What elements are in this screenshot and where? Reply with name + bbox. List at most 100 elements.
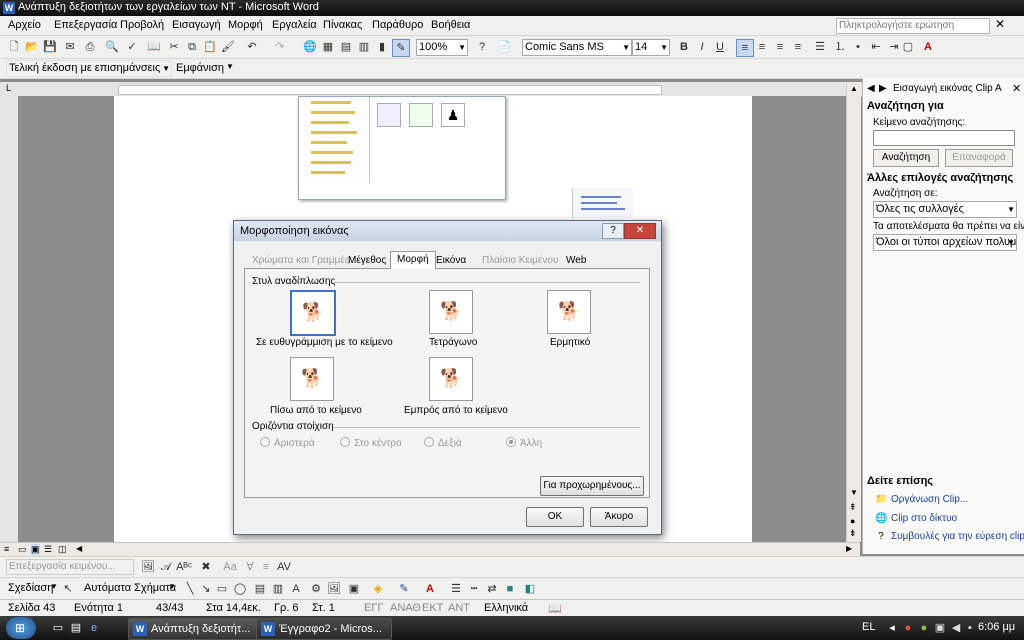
align-left-icon[interactable]: ≡: [736, 39, 754, 57]
align-right-icon[interactable]: ≡: [772, 39, 788, 55]
oval-icon[interactable]: ◯: [232, 581, 248, 597]
network-icon[interactable]: ▣: [932, 620, 948, 636]
same-letter-heights-icon[interactable]: Aa: [222, 559, 238, 575]
numbering-icon[interactable]: ⒈: [832, 39, 848, 55]
show-menu-arrow-icon[interactable]: ▼: [226, 62, 234, 71]
spelling-icon[interactable]: ✓: [124, 39, 140, 55]
restore-button[interactable]: Επαναφορά: [945, 149, 1013, 167]
tab-size[interactable]: Μέγεθος: [342, 253, 392, 268]
tab-picture[interactable]: Εικόνα: [430, 253, 472, 268]
line-style-icon[interactable]: ☰: [448, 581, 464, 597]
research-icon[interactable]: 📖: [146, 39, 162, 55]
hyperlink-icon[interactable]: 🌐: [302, 39, 318, 55]
line-spacing-icon[interactable]: ☰: [812, 39, 828, 55]
menu-edit[interactable]: Επεξεργασία: [54, 19, 117, 31]
print-layout-icon[interactable]: ▣: [31, 544, 40, 555]
display-for-review-select[interactable]: Τελική έκδοση με επισημάνσεις ▼: [6, 60, 172, 77]
horizontal-ruler[interactable]: [22, 82, 864, 97]
task-pane-close-icon[interactable]: ✕: [1012, 82, 1021, 95]
status-rec[interactable]: ΕΓΓ: [364, 602, 383, 614]
help-icon[interactable]: ?: [474, 39, 490, 55]
bullets-icon[interactable]: •: [850, 39, 866, 55]
select-objects-icon[interactable]: ↖: [60, 581, 76, 597]
menu-table[interactable]: Πίνακας: [323, 19, 362, 31]
dialog-close-icon[interactable]: ✕: [624, 223, 656, 239]
scroll-up-icon[interactable]: ▲: [850, 84, 858, 93]
decrease-indent-icon[interactable]: ⇤: [868, 39, 884, 55]
justify-icon[interactable]: ≡: [790, 39, 806, 55]
back-arrow-icon[interactable]: ◀: [867, 83, 875, 94]
dialog-help-icon[interactable]: ?: [602, 223, 624, 239]
search-in-select[interactable]: Όλες τις συλλογές ▼: [873, 201, 1017, 218]
search-button[interactable]: Αναζήτηση: [873, 149, 939, 167]
alignment-icon[interactable]: ≡: [258, 559, 274, 575]
italic-icon[interactable]: I: [694, 39, 710, 55]
open-icon[interactable]: 📂: [24, 39, 40, 55]
diagram-icon[interactable]: ⚙: [308, 581, 324, 597]
wrap-inline-option[interactable]: 🐕: [290, 290, 336, 336]
cancel-button[interactable]: Άκυρο: [590, 507, 648, 527]
reading-layout-icon[interactable]: 📄: [496, 39, 512, 55]
underline-icon[interactable]: U: [712, 39, 728, 55]
spelling-status-icon[interactable]: 📖: [548, 602, 562, 615]
wrap-square-option[interactable]: 🐕: [429, 290, 473, 334]
tray-icon-2[interactable]: ●: [916, 620, 932, 636]
tables-borders-icon[interactable]: ▦: [320, 39, 336, 55]
scroll-right-icon[interactable]: ▶: [846, 544, 852, 553]
redo-icon[interactable]: ↷: [272, 39, 288, 55]
menu-file[interactable]: Αρχείο: [8, 19, 41, 31]
paste-icon[interactable]: 📋: [202, 39, 218, 55]
show-desktop-icon[interactable]: ▭: [50, 620, 66, 636]
language-arrow-icon[interactable]: ◂: [884, 620, 900, 636]
fill-color-icon[interactable]: ◈: [370, 581, 386, 597]
wordart-icon[interactable]: 𝒜: [158, 559, 174, 575]
shadow-style-icon[interactable]: ■: [502, 581, 518, 597]
outline-view-icon[interactable]: ☰: [44, 544, 52, 555]
taskbar-language[interactable]: EL: [862, 621, 875, 633]
wrap-behind-option[interactable]: 🐕: [290, 357, 334, 401]
copy-icon[interactable]: ⧉: [184, 39, 200, 55]
reading-view-icon[interactable]: ◫: [58, 544, 67, 555]
tab-colors-lines[interactable]: Χρώματα και Γραμμές: [246, 253, 356, 268]
menu-window[interactable]: Παράθυρο: [372, 19, 423, 31]
3d-style-icon[interactable]: ◧: [522, 581, 538, 597]
tab-layout[interactable]: Μορφή: [390, 251, 436, 269]
border-icon[interactable]: ▢: [900, 39, 916, 55]
menu-insert[interactable]: Εισαγωγή: [172, 19, 221, 31]
autoshapes-menu[interactable]: Αυτόματα Σχήματα: [84, 582, 176, 594]
line-icon[interactable]: ╲: [182, 581, 198, 597]
columns-icon[interactable]: ▮: [374, 39, 390, 55]
show-menu[interactable]: Εμφάνιση: [176, 62, 224, 74]
tray-icon-1[interactable]: ●: [900, 620, 916, 636]
line-color-icon[interactable]: ✎: [396, 581, 412, 597]
advanced-button[interactable]: Για προχωρημένους...: [540, 476, 644, 496]
save-icon[interactable]: 💾: [42, 39, 58, 55]
scroll-left-icon[interactable]: ◀: [76, 544, 82, 553]
font-size-select[interactable]: 14 ▼: [632, 39, 670, 56]
edit-text-button[interactable]: Επεξεργασία κειμένου...: [6, 559, 134, 575]
menu-format[interactable]: Μορφή: [228, 19, 263, 31]
format-painter-icon[interactable]: 🖌: [220, 39, 236, 55]
ok-button[interactable]: OK: [526, 507, 584, 527]
scroll-down-icon[interactable]: ▼: [850, 488, 858, 497]
insert-picture-icon[interactable]: 🖼: [140, 559, 156, 575]
zoom-select[interactable]: 100% ▼: [416, 39, 468, 56]
edit-wordart-icon[interactable]: Aᴮᶜ: [176, 559, 192, 575]
organize-clips-link[interactable]: Οργάνωση Clip...: [891, 494, 968, 505]
vertical-text-box-icon[interactable]: ▥: [270, 581, 286, 597]
menu-view[interactable]: Προβολή: [120, 19, 164, 31]
browser-icon[interactable]: e: [86, 620, 102, 636]
switch-windows-icon[interactable]: ▤: [68, 620, 84, 636]
character-spacing-icon[interactable]: AV: [276, 559, 292, 575]
taskbar-word-doc2[interactable]: W Έγγραφο2 - Micros...: [256, 618, 392, 640]
ask-question-input[interactable]: Πληκτρολογήστε ερώτηση: [836, 18, 990, 34]
dialog-title-bar[interactable]: Μορφοποίηση εικόνας ? ✕: [234, 221, 661, 241]
arrow-icon[interactable]: ↘: [198, 581, 214, 597]
menu-tools[interactable]: Εργαλεία: [272, 19, 317, 31]
clock[interactable]: 6:06 μμ: [978, 621, 1015, 633]
new-doc-icon[interactable]: 🗋: [6, 39, 22, 55]
font-select[interactable]: Comic Sans MS ▼: [522, 39, 632, 56]
vertical-scrollbar[interactable]: ▲ ▼ ⇞ ● ⇟: [846, 82, 861, 542]
previous-page-icon[interactable]: ⇞: [849, 502, 857, 513]
align-left-radio[interactable]: Αριστερά: [260, 437, 315, 449]
